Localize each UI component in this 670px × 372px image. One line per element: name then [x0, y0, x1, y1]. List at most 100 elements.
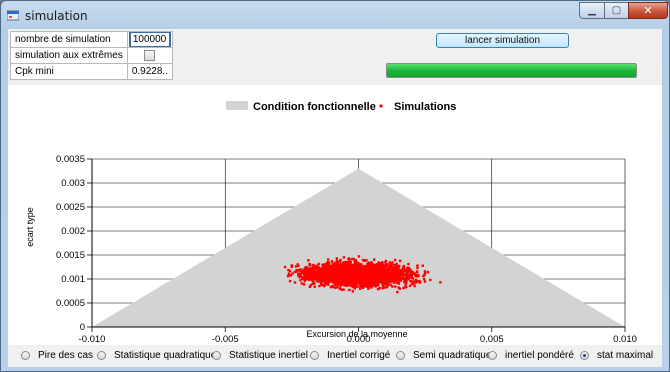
y-tick-label: 0.001 [61, 274, 85, 285]
simulation-point [423, 280, 427, 283]
option-label: Inertiel corrigé [327, 350, 391, 361]
run-simulation-button[interactable]: lancer simulation [436, 33, 569, 48]
simulation-point [324, 268, 328, 272]
simulation-point [402, 286, 405, 290]
y-tick-label: 0.0005 [56, 298, 85, 309]
simulation-point [367, 261, 371, 264]
simulation-point [363, 272, 366, 275]
simulation-point [366, 281, 369, 284]
simulation-point [429, 278, 432, 282]
option-pire-des-cas[interactable]: Pire des cas [21, 350, 93, 361]
radio-icon[interactable] [488, 351, 497, 360]
client-area: nombre de simulation 100000 simulation a… [8, 29, 662, 367]
simulation-point [408, 284, 412, 288]
scatter-chart: Condition fonctionnelle Simulations 0 0.0… [25, 101, 637, 345]
option-label: stat maximal [597, 350, 654, 361]
legend-swatch-points [379, 104, 383, 108]
simulation-point [358, 287, 362, 290]
simulation-point [333, 267, 336, 270]
simulation-point [411, 272, 414, 275]
window-title: simulation [25, 9, 88, 23]
close-button[interactable]: ✕ [628, 2, 668, 19]
y-tick-label: 0.0025 [56, 202, 85, 213]
option-statistique-quadratique[interactable]: Statistique quadratique [97, 350, 216, 361]
simulation-point [390, 263, 393, 267]
simulation-count-cell[interactable]: 100000 [126, 31, 173, 48]
simulation-point [353, 287, 356, 290]
y-tick-label: 0.003 [61, 178, 85, 189]
simulation-point [320, 279, 323, 282]
simulation-point [384, 263, 388, 266]
simulation-point [371, 269, 374, 272]
simulation-point [315, 267, 318, 270]
simulation-point [287, 272, 291, 275]
simulation-point [312, 265, 316, 269]
simulation-point [363, 274, 366, 278]
simulation-point [349, 273, 352, 277]
simulation-point [322, 271, 326, 274]
title-bar[interactable]: simulation ▁ ▢ ✕ [1, 1, 669, 27]
simulation-point [373, 258, 376, 261]
simulation-point [354, 264, 357, 267]
option-inertiel-corrige[interactable]: Inertiel corrigé [310, 350, 390, 361]
simulation-point [336, 281, 339, 284]
simulation-point [299, 279, 302, 282]
simulation-point [359, 270, 362, 273]
simulation-point [301, 277, 304, 281]
simulation-point [408, 269, 411, 272]
simulation-point [398, 259, 402, 262]
simulation-point [349, 271, 352, 274]
simulation-point [423, 273, 426, 277]
simulation-point [369, 266, 372, 270]
simulation-point [283, 265, 287, 269]
radio-icon[interactable] [212, 351, 221, 360]
simulation-point [340, 277, 343, 280]
cpk-min-value[interactable]: 0.9228.. [126, 63, 173, 80]
simulation-point [380, 270, 383, 273]
simulation-point [335, 257, 338, 260]
simulation-point [341, 264, 344, 267]
simulation-point [393, 279, 396, 283]
simulation-point [307, 259, 310, 262]
y-tick-label: 0 [80, 322, 85, 333]
simulation-point [339, 287, 342, 291]
option-statistique-inertiel[interactable]: Statistique inertiel [212, 350, 308, 361]
simulation-point [411, 270, 414, 273]
simulation-point [333, 280, 336, 283]
simulation-point [345, 276, 349, 280]
extremes-cell[interactable] [126, 47, 173, 64]
simulation-point [356, 285, 359, 288]
simulation-point [302, 283, 306, 286]
simulation-point [339, 284, 342, 287]
radio-icon[interactable] [396, 351, 405, 360]
maximize-button[interactable]: ▢ [604, 2, 629, 19]
option-semi-quadratique[interactable]: Semi quadratique [396, 350, 491, 361]
simulation-point [365, 259, 368, 262]
radio-icon[interactable] [97, 351, 106, 360]
simulation-point [297, 264, 300, 267]
option-stat-maximal[interactable]: stat maximal [580, 350, 653, 361]
simulation-point [326, 277, 330, 280]
simulation-point [418, 280, 422, 283]
param-label: Cpk mini [10, 63, 128, 80]
simulation-point [362, 268, 365, 272]
simulation-point [288, 269, 292, 273]
option-inertiel-pondere[interactable]: inertiel pondéré [488, 350, 574, 361]
simulation-point [346, 284, 349, 287]
simulation-count-input[interactable]: 100000 [128, 31, 171, 48]
simulation-point [366, 267, 370, 271]
radio-icon[interactable] [310, 351, 319, 360]
simulation-point [308, 262, 311, 266]
radio-icon[interactable] [580, 351, 589, 360]
simulation-point [330, 265, 333, 268]
simulation-point [378, 262, 381, 266]
simulation-point [384, 259, 388, 263]
simulation-point [353, 260, 357, 263]
simulation-point [318, 284, 321, 288]
simulation-point [350, 279, 353, 283]
simulation-point [333, 286, 337, 289]
simulation-point [385, 285, 388, 289]
minimize-button[interactable]: ▁ [579, 2, 605, 19]
extremes-checkbox[interactable] [144, 49, 156, 61]
radio-icon[interactable] [21, 351, 30, 360]
